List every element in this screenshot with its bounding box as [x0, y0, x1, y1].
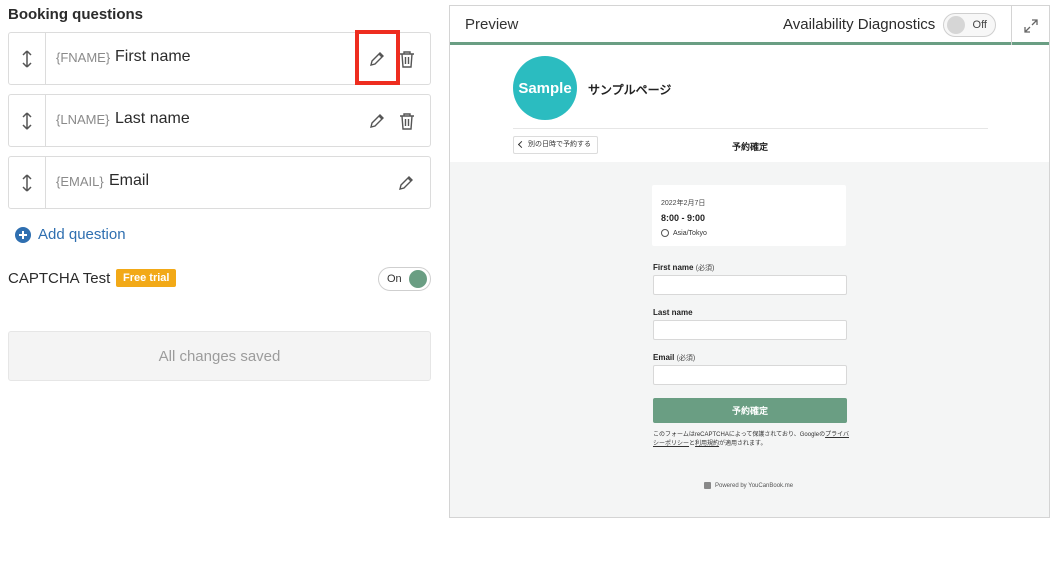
- field-label-email: Email (必須): [653, 353, 695, 363]
- question-token: {LNAME}: [56, 112, 110, 127]
- last-name-input[interactable]: [653, 320, 847, 340]
- pencil-icon[interactable]: [395, 172, 417, 194]
- plus-circle-icon: [15, 226, 31, 243]
- booking-page-header: Sample サンプルページ 別の日時で予約する 予約確定: [450, 48, 1049, 162]
- field-label-text: First name: [653, 263, 694, 272]
- booking-date: 2022年2月7日: [661, 200, 706, 207]
- youcanbookme-icon: [704, 482, 711, 489]
- divider: [513, 128, 988, 129]
- captcha-toggle-label: On: [387, 273, 402, 285]
- globe-icon: [661, 229, 669, 237]
- drag-handle-icon[interactable]: [9, 157, 46, 208]
- first-name-input[interactable]: [653, 275, 847, 295]
- add-question-label: Add question: [38, 226, 126, 243]
- question-row-email: {EMAIL} Email: [8, 156, 431, 209]
- terms-link[interactable]: 利用規約: [695, 441, 719, 447]
- question-label: Email: [109, 172, 150, 189]
- back-button[interactable]: 別の日時で予約する: [513, 136, 598, 154]
- toggle-knob: [947, 16, 965, 34]
- pencil-icon[interactable]: [366, 110, 388, 132]
- question-row-lname: {LNAME} Last name: [8, 94, 431, 147]
- confirm-title: 予約確定: [732, 142, 769, 152]
- question-token: {EMAIL}: [56, 174, 104, 189]
- powered-by[interactable]: Powered by YouCanBook.me: [704, 482, 793, 489]
- submit-button[interactable]: 予約確定: [653, 398, 847, 423]
- preview-title: Preview: [465, 16, 519, 33]
- field-label-text: Last name: [653, 308, 693, 317]
- email-input[interactable]: [653, 365, 847, 385]
- preview-panel: Preview Availability Diagnostics Off Sam…: [449, 5, 1050, 518]
- site-name: サンプルページ: [588, 83, 672, 97]
- field-label-first-name: First name (必須): [653, 263, 714, 273]
- field-label-last-name: Last name: [653, 308, 693, 317]
- page: Booking questions {FNAME} First name {LN…: [0, 0, 1056, 572]
- recaptcha-notice: このフォームはreCAPTCHAによって保護されており、Googleのプライバシ…: [653, 431, 853, 449]
- availability-diagnostics-label: Availability Diagnostics: [783, 16, 936, 33]
- toggle-knob: [409, 270, 427, 288]
- booking-form-area: 2022年2月7日 8:00 - 9:00 Asia/Tokyo First n…: [450, 162, 1049, 517]
- captcha-toggle[interactable]: On: [378, 267, 431, 291]
- timezone-label: Asia/Tokyo: [673, 229, 707, 237]
- edit-highlight-box: [355, 30, 400, 85]
- timezone: Asia/Tokyo: [661, 229, 707, 237]
- save-status-bar: All changes saved: [8, 331, 431, 381]
- question-label: First name: [115, 48, 191, 65]
- drag-handle-icon[interactable]: [9, 95, 46, 146]
- booking-time: 8:00 - 9:00: [661, 213, 706, 223]
- section-title: Booking questions: [8, 6, 143, 23]
- question-label: Last name: [115, 110, 190, 127]
- logo-text: Sample: [518, 79, 572, 97]
- field-label-text: Email: [653, 353, 675, 362]
- diagnostics-toggle[interactable]: Off: [943, 13, 996, 37]
- booking-questions-panel: Booking questions {FNAME} First name {LN…: [8, 0, 431, 572]
- booking-summary-card: 2022年2月7日 8:00 - 9:00 Asia/Tokyo: [652, 185, 846, 246]
- add-question-button[interactable]: Add question: [15, 226, 126, 243]
- required-mark: (必須): [695, 265, 715, 272]
- drag-handle-icon[interactable]: [9, 33, 46, 84]
- notice-text: が適用されます。: [719, 441, 767, 447]
- free-trial-badge: Free trial: [116, 269, 177, 287]
- expand-icon[interactable]: [1011, 6, 1049, 45]
- powered-by-label: Powered by YouCanBook.me: [715, 482, 794, 489]
- captcha-label: CAPTCHA Test: [8, 270, 111, 287]
- preview-header: Preview Availability Diagnostics Off: [450, 6, 1049, 45]
- notice-text: このフォームはreCAPTCHAによって保護されており、Googleの: [653, 432, 826, 438]
- question-token: {FNAME}: [56, 50, 111, 65]
- trash-icon[interactable]: [396, 110, 418, 132]
- required-mark: (必須): [676, 355, 696, 362]
- diagnostics-toggle-label: Off: [972, 19, 987, 31]
- site-logo: Sample: [513, 56, 577, 120]
